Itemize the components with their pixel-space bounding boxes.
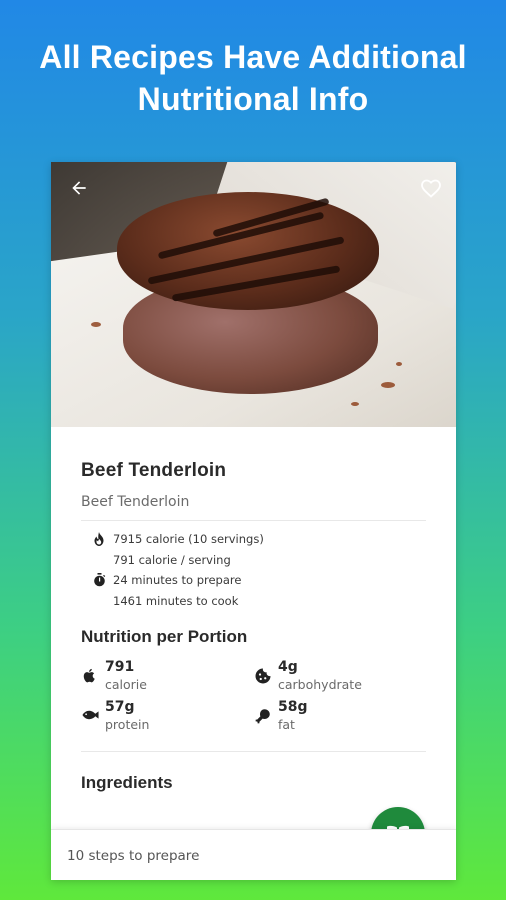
nutrition-value-fat: 58g — [278, 699, 308, 715]
recipe-stats: 7915 calorie (10 servings) 791 calorie /… — [81, 521, 426, 611]
stat-prep-time: 24 minutes to prepare — [93, 570, 426, 591]
ingredients-heading: Ingredients — [81, 773, 173, 792]
nutrition-value-carbohydrate: 4g — [278, 659, 298, 675]
divider — [81, 751, 426, 752]
nutrition-label-fat: fat — [278, 717, 295, 732]
back-arrow-icon — [72, 181, 86, 195]
cookie-icon — [254, 659, 278, 689]
headline-line-1: All Recipes Have Additional — [39, 39, 467, 75]
nutrition-item-carbohydrate: 4g carbohydrate — [254, 659, 427, 693]
recipe-details: Beef Tenderloin Beef Tenderloin 7915 cal… — [51, 460, 456, 793]
nutrition-item-protein: 57g protein — [81, 699, 254, 733]
meat-icon — [254, 699, 278, 729]
apple-icon — [81, 659, 105, 688]
recipe-hero-image — [51, 162, 456, 427]
nutrition-label-carbohydrate: carbohydrate — [278, 677, 362, 692]
heart-outline-icon — [421, 179, 441, 198]
nutrition-grid: 791 calorie 4g carbohydrate 57g protein … — [81, 659, 426, 733]
stat-total-calories: 7915 calorie (10 servings) — [93, 529, 426, 550]
nutrition-heading: Nutrition per Portion — [81, 627, 248, 646]
promo-headline: All Recipes Have Additional Nutritional … — [0, 36, 506, 120]
stat-per-serving-text: 791 calorie / serving — [113, 552, 231, 567]
favorite-button[interactable] — [417, 174, 445, 202]
nutrition-value-protein: 57g — [105, 699, 135, 715]
flame-icon — [93, 532, 113, 547]
recipe-title: Beef Tenderloin — [81, 460, 227, 481]
stat-cook-time-text: 1461 minutes to cook — [113, 593, 239, 608]
stat-total-calories-text: 7915 calorie (10 servings) — [113, 532, 264, 547]
stat-cook-time: 1461 minutes to cook — [93, 591, 426, 612]
recipe-subtitle: Beef Tenderloin — [81, 494, 190, 510]
nutrition-item-fat: 58g fat — [254, 699, 427, 733]
stat-prep-time-text: 24 minutes to prepare — [113, 573, 242, 588]
back-button[interactable] — [65, 174, 93, 202]
phone-screen: Beef Tenderloin Beef Tenderloin 7915 cal… — [51, 162, 456, 880]
stopwatch-icon — [93, 573, 113, 587]
steps-count-text: 10 steps to prepare — [67, 848, 200, 864]
nutrition-value-calorie: 791 — [105, 659, 135, 675]
nutrition-label-calorie: calorie — [105, 677, 147, 692]
stat-per-serving: 791 calorie / serving — [93, 550, 426, 571]
nutrition-item-calorie: 791 calorie — [81, 659, 254, 693]
bottom-steps-bar[interactable]: 10 steps to prepare — [51, 829, 456, 880]
fish-icon — [81, 699, 105, 726]
nutrition-label-protein: protein — [105, 717, 150, 732]
headline-line-2: Nutritional Info — [137, 81, 369, 117]
